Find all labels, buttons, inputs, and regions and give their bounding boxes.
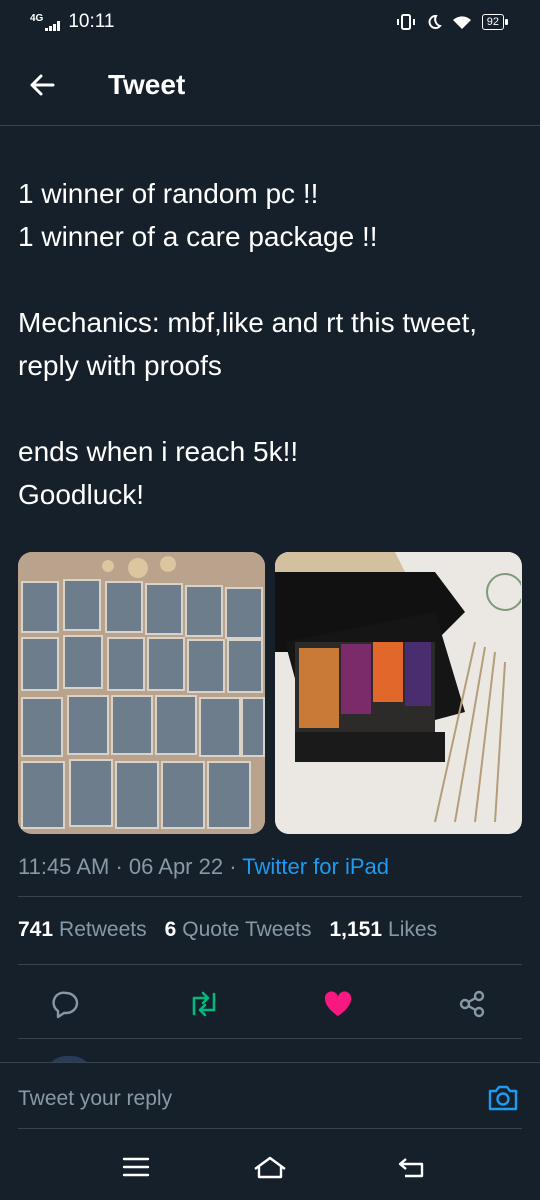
like-button[interactable] — [318, 984, 358, 1024]
tweet-stats: 741 Retweets 6 Quote Tweets 1,151 Likes — [18, 918, 437, 942]
share-button[interactable] — [452, 984, 492, 1024]
divider — [18, 896, 522, 897]
page-title: Tweet — [108, 68, 186, 100]
heart-icon — [324, 991, 352, 1016]
signal-icon — [45, 21, 61, 31]
moon-icon — [428, 15, 442, 29]
quotes-stat[interactable]: 6 Quote Tweets — [165, 918, 312, 942]
menu-icon — [122, 1157, 150, 1177]
home-button[interactable] — [250, 1152, 290, 1182]
divider — [18, 964, 522, 965]
return-icon — [398, 1158, 424, 1178]
system-nav-bar — [0, 1134, 540, 1200]
tweet-date: 06 Apr 22 — [128, 854, 224, 879]
battery-indicator: 92 — [481, 14, 509, 30]
quotes-count: 6 — [164, 918, 177, 941]
meta-separator: · — [229, 854, 237, 879]
tweet-time: 11:45 AM — [18, 854, 110, 879]
retweet-button[interactable] — [184, 984, 224, 1024]
retweets-label: Retweets — [59, 918, 147, 941]
likes-label: Likes — [388, 918, 438, 941]
tweet-source-link[interactable]: Twitter for iPad — [242, 854, 389, 879]
recent-apps-button[interactable] — [116, 1152, 156, 1182]
care-package-image[interactable] — [275, 552, 522, 834]
retweets-stat[interactable]: 741 Retweets — [18, 918, 147, 942]
tweet-detail[interactable]: give away!! [repost] 1 winner of random … — [0, 126, 540, 1062]
tweet-text: give away!! [repost] 1 winner of random … — [18, 178, 478, 510]
status-bar: 4G 10:11 92 — [0, 0, 540, 44]
wifi-icon — [452, 16, 471, 29]
photocards-image[interactable] — [18, 552, 265, 834]
status-right: 92 — [396, 13, 510, 31]
tweet-actions — [0, 984, 540, 1034]
network-type: 4G — [30, 13, 44, 24]
photocards-picture — [18, 552, 265, 834]
back-nav-button[interactable] — [392, 1152, 432, 1182]
meta-separator: · — [115, 854, 123, 879]
tweet-media — [18, 552, 522, 834]
likes-stat[interactable]: 1,151 Likes — [329, 918, 437, 942]
reply-button[interactable] — [46, 984, 86, 1024]
retweets-count: 741 — [18, 918, 54, 941]
comment-icon — [52, 991, 79, 1019]
status-left: 4G 10:11 — [30, 11, 114, 33]
arrow-left-icon — [30, 74, 55, 95]
reply-input[interactable]: Tweet your reply — [18, 1087, 172, 1111]
quotes-label: Quote Tweets — [182, 918, 312, 941]
share-icon — [459, 990, 485, 1018]
vibrate-icon — [396, 14, 415, 30]
top-app-bar: Tweet — [0, 44, 540, 126]
retweet-icon — [192, 991, 216, 1017]
reply-bar: Tweet your reply — [0, 1062, 540, 1135]
likes-count: 1,151 — [329, 918, 383, 941]
camera-icon — [488, 1085, 518, 1111]
reply-underline — [18, 1128, 522, 1129]
care-package-picture — [275, 552, 522, 834]
camera-button[interactable] — [486, 1081, 520, 1115]
home-icon — [254, 1156, 286, 1179]
tweet-meta: 11:45 AM · 06 Apr 22 · Twitter for iPad — [18, 854, 389, 880]
divider — [18, 1038, 522, 1039]
clock: 10:11 — [68, 11, 115, 32]
back-button[interactable] — [28, 71, 56, 99]
